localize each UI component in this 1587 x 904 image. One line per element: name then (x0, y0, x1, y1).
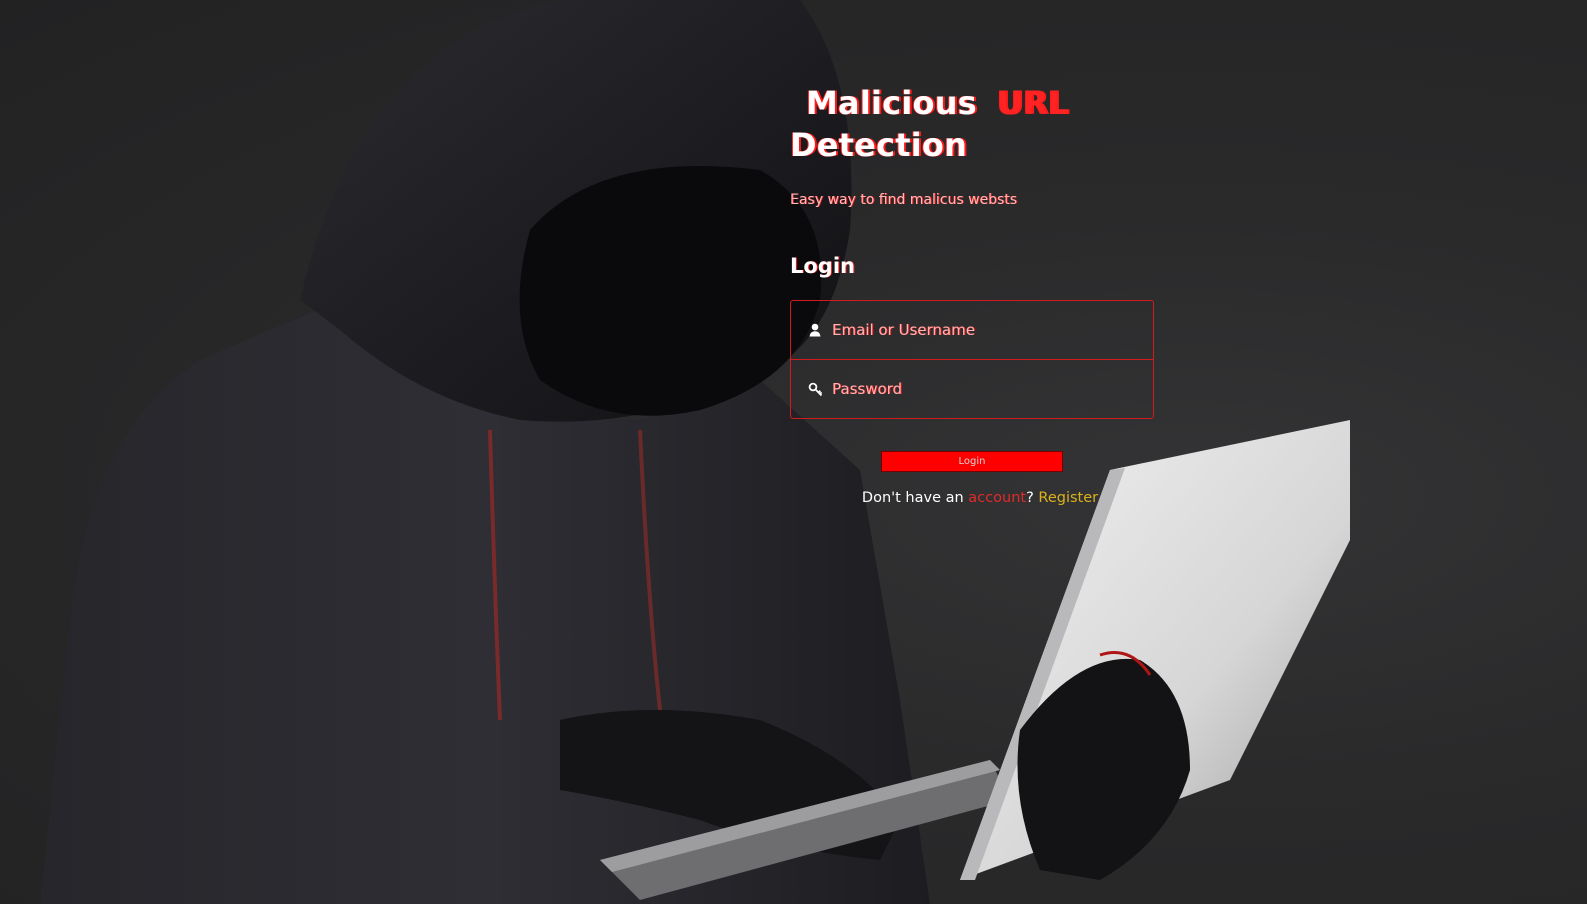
login-heading: Login (790, 254, 855, 278)
title-word-url: URL (996, 84, 1069, 122)
register-prompt-account: account (968, 490, 1027, 506)
register-prompt-question: ? (1026, 490, 1039, 506)
app-tagline: Easy way to find malicus websts (790, 192, 1018, 208)
password-field (791, 359, 1153, 418)
login-button[interactable]: Login (881, 451, 1063, 472)
title-word-detection: Detection (790, 126, 968, 164)
title-word-malicious: Malicious (806, 84, 977, 122)
login-panel: Malicious URL Detection Easy way to find … (790, 82, 1154, 506)
register-link[interactable]: Register (1038, 490, 1098, 506)
username-field (791, 301, 1153, 359)
credentials-group (790, 300, 1154, 419)
username-input[interactable] (832, 321, 1132, 339)
login-page: Malicious URL Detection Easy way to find … (0, 0, 1587, 904)
password-input[interactable] (832, 380, 1132, 398)
user-icon (806, 321, 824, 339)
register-prompt: Don't have an account? Register (806, 490, 1154, 506)
key-icon (806, 380, 824, 398)
register-prompt-text: Don't have an (861, 490, 969, 506)
app-title: Malicious URL Detection (790, 82, 1154, 166)
login-form: Login (790, 300, 1154, 472)
submit-row: Login (790, 449, 1154, 472)
